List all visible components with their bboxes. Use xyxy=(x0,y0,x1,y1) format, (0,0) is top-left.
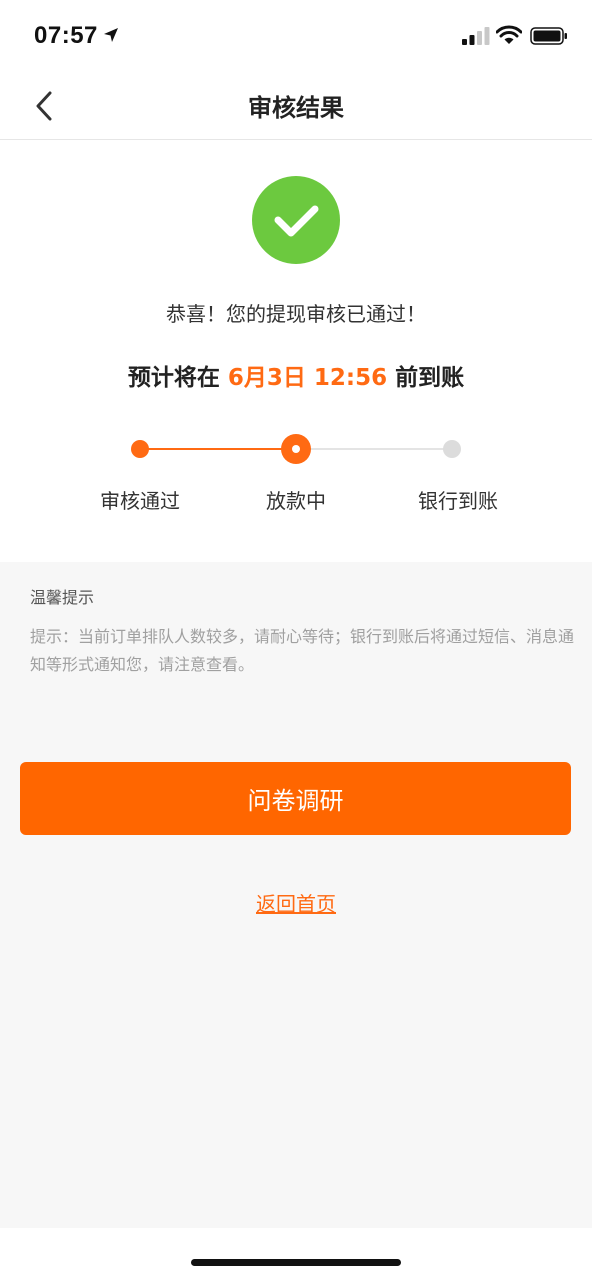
cellular-signal-icon xyxy=(462,27,490,49)
tips-body: 提示：当前订单排队人数较多，请耐心等待；银行到账后将通过短信、消息通知等形式通知… xyxy=(30,627,575,674)
location-arrow-icon xyxy=(103,27,119,47)
eta-prefix: 预计将在 xyxy=(127,365,228,391)
eta-suffix: 前到账 xyxy=(387,365,465,391)
estimated-arrival: 预计将在 6月3日 12:56 前到账 xyxy=(0,358,592,392)
step-label-disbursing: 放款中 xyxy=(266,489,326,513)
bottom-safe-area xyxy=(0,1228,592,1280)
battery-icon xyxy=(530,27,568,49)
home-indicator[interactable] xyxy=(191,1259,401,1266)
step-label-approved: 审核通过 xyxy=(100,489,180,513)
progress-line-completed xyxy=(140,448,296,450)
status-bar: 07:57 xyxy=(0,0,592,72)
success-check-icon xyxy=(251,175,341,269)
tips-title: 温馨提示 xyxy=(30,588,95,607)
result-card: 恭喜！您的提现审核已通过！ 预计将在 6月3日 12:56 前到账 审核通过 放… xyxy=(0,140,592,562)
survey-button[interactable]: 问卷调研 xyxy=(20,762,571,835)
step-dot-bank-arrival xyxy=(443,440,461,458)
step-dot-disbursing xyxy=(281,434,311,464)
approval-message: 恭喜！您的提现审核已通过！ xyxy=(166,302,426,326)
status-time: 07:57 xyxy=(34,22,98,49)
step-label-bank-arrival: 银行到账 xyxy=(418,489,498,513)
wifi-icon xyxy=(495,25,523,49)
navigation-bar: 审核结果 xyxy=(0,72,592,140)
return-home-link[interactable]: 返回首页 xyxy=(0,888,592,917)
page-title: 审核结果 xyxy=(248,94,344,122)
eta-datetime: 6月3日 12:56 xyxy=(227,365,388,391)
step-dot-current-marker xyxy=(292,445,300,453)
step-dot-approved xyxy=(131,440,149,458)
progress-line-pending xyxy=(296,448,452,450)
